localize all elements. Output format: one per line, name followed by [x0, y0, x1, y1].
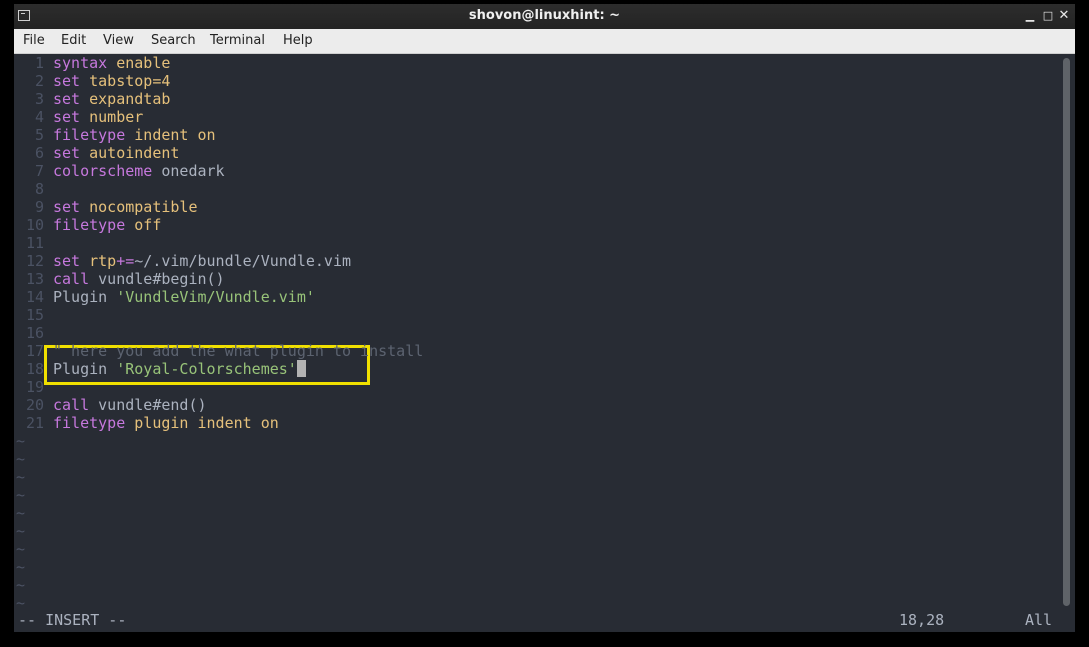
code-line[interactable]: 11 [14, 234, 53, 252]
empty-line-tilde: ~ [16, 558, 26, 576]
code-line[interactable]: 2 set tabstop=4 [14, 72, 170, 90]
menu-terminal[interactable]: Terminal [210, 33, 265, 48]
code-line[interactable]: 9 set nocompatible [14, 198, 198, 216]
empty-line-tilde: ~ [16, 522, 26, 540]
line-number: 16 [25, 324, 44, 342]
line-number: 15 [25, 306, 44, 324]
line-number: 17 [25, 342, 44, 360]
terminal-window: shovon@linuxhint: ~ ▁ □ ✕ File Edit View… [14, 4, 1075, 632]
mode-indicator: -- INSERT -- [18, 611, 127, 629]
line-number: 18 [25, 360, 44, 378]
code-line[interactable]: 21 filetype plugin indent on [14, 414, 279, 432]
line-number: 2 [34, 72, 44, 90]
line-number: 14 [25, 288, 44, 306]
code-line[interactable]: 6 set autoindent [14, 144, 179, 162]
minimize-icon[interactable]: ▁ [1023, 8, 1037, 24]
code-text: colorscheme onedark [53, 162, 225, 180]
code-text: filetype plugin indent on [53, 414, 279, 432]
code-line[interactable]: 13 call vundle#begin() [14, 270, 225, 288]
line-number: 21 [25, 414, 44, 432]
line-number: 12 [25, 252, 44, 270]
line-number: 3 [34, 90, 44, 108]
code-text: " here you add the what plugin to instal… [53, 342, 424, 360]
code-text: set expandtab [53, 90, 171, 108]
code-line[interactable]: 15 [14, 306, 53, 324]
code-text: Plugin 'Royal-Colorschemes' [53, 360, 306, 378]
code-text: filetype off [53, 216, 162, 234]
code-text: set number [53, 108, 144, 126]
scroll-indicator: All [1025, 611, 1053, 629]
code-text: syntax enable [53, 54, 171, 72]
code-text: set rtp+=~/.vim/bundle/Vundle.vim [53, 252, 352, 270]
empty-line-tilde: ~ [16, 504, 26, 522]
code-line[interactable]: 7 colorscheme onedark [14, 162, 225, 180]
menu-search[interactable]: Search [151, 33, 196, 48]
code-line[interactable]: 10 filetype off [14, 216, 161, 234]
empty-line-tilde: ~ [16, 576, 26, 594]
menu-bar: File Edit View Search Terminal Help [14, 29, 1075, 54]
maximize-icon[interactable]: □ [1041, 8, 1055, 24]
window-title: shovon@linuxhint: ~ [468, 8, 621, 23]
empty-line-tilde: ~ [16, 468, 26, 486]
code-line[interactable]: 3 set expandtab [14, 90, 170, 108]
code-line[interactable]: 12 set rtp+=~/.vim/bundle/Vundle.vim [14, 252, 351, 270]
line-number: 13 [25, 270, 44, 288]
line-number: 8 [34, 180, 44, 198]
menu-help[interactable]: Help [283, 33, 313, 48]
code-line[interactable]: 19 [14, 378, 53, 396]
line-number: 11 [25, 234, 44, 252]
line-number: 10 [25, 216, 44, 234]
code-line[interactable]: 14 Plugin 'VundleVim/Vundle.vim' [14, 288, 315, 306]
line-number: 1 [34, 54, 44, 72]
code-line[interactable]: 17 " here you add the what plugin to inst… [14, 342, 423, 360]
code-line[interactable]: 20 call vundle#end() [14, 396, 207, 414]
vim-status-line: -- INSERT -- 18,28 All [14, 610, 1075, 632]
line-number: 7 [34, 162, 44, 180]
code-text: Plugin 'VundleVim/Vundle.vim' [53, 288, 315, 306]
scrollbar[interactable] [1059, 54, 1075, 610]
scrollbar-thumb[interactable] [1063, 58, 1070, 606]
close-icon[interactable]: ✕ [1057, 8, 1071, 24]
empty-line-tilde: ~ [16, 540, 26, 558]
title-bar[interactable]: shovon@linuxhint: ~ ▁ □ ✕ [14, 4, 1075, 29]
empty-line-tilde: ~ [16, 450, 26, 468]
code-text: set tabstop=4 [53, 72, 171, 90]
code-line[interactable]: 16 [14, 324, 53, 342]
code-line[interactable]: 5 filetype indent on [14, 126, 216, 144]
code-line[interactable]: 1 syntax enable [14, 54, 170, 72]
line-number: 6 [34, 144, 44, 162]
cursor-position: 18,28 [899, 611, 945, 629]
code-line[interactable]: 18 Plugin 'Royal-Colorschemes' [14, 360, 306, 378]
code-text: call vundle#begin() [53, 270, 225, 288]
line-number: 20 [25, 396, 44, 414]
code-line[interactable]: 4 set number [14, 108, 143, 126]
line-number: 9 [34, 198, 44, 216]
code-text: set nocompatible [53, 198, 198, 216]
line-number: 4 [34, 108, 44, 126]
empty-line-tilde: ~ [16, 486, 26, 504]
menu-edit[interactable]: Edit [61, 33, 86, 48]
text-cursor [296, 360, 306, 377]
code-text: call vundle#end() [53, 396, 207, 414]
empty-line-tilde: ~ [16, 432, 26, 450]
menu-file[interactable]: File [23, 33, 45, 48]
menu-view[interactable]: View [103, 33, 134, 48]
code-text: filetype indent on [53, 126, 216, 144]
code-text: set autoindent [53, 144, 180, 162]
line-number: 5 [34, 126, 44, 144]
code-line[interactable]: 8 [14, 180, 53, 198]
line-number: 19 [25, 378, 44, 396]
vim-editor[interactable]: 1 syntax enable 2 set tabstop=4 3 set expandt… [14, 54, 1059, 612]
